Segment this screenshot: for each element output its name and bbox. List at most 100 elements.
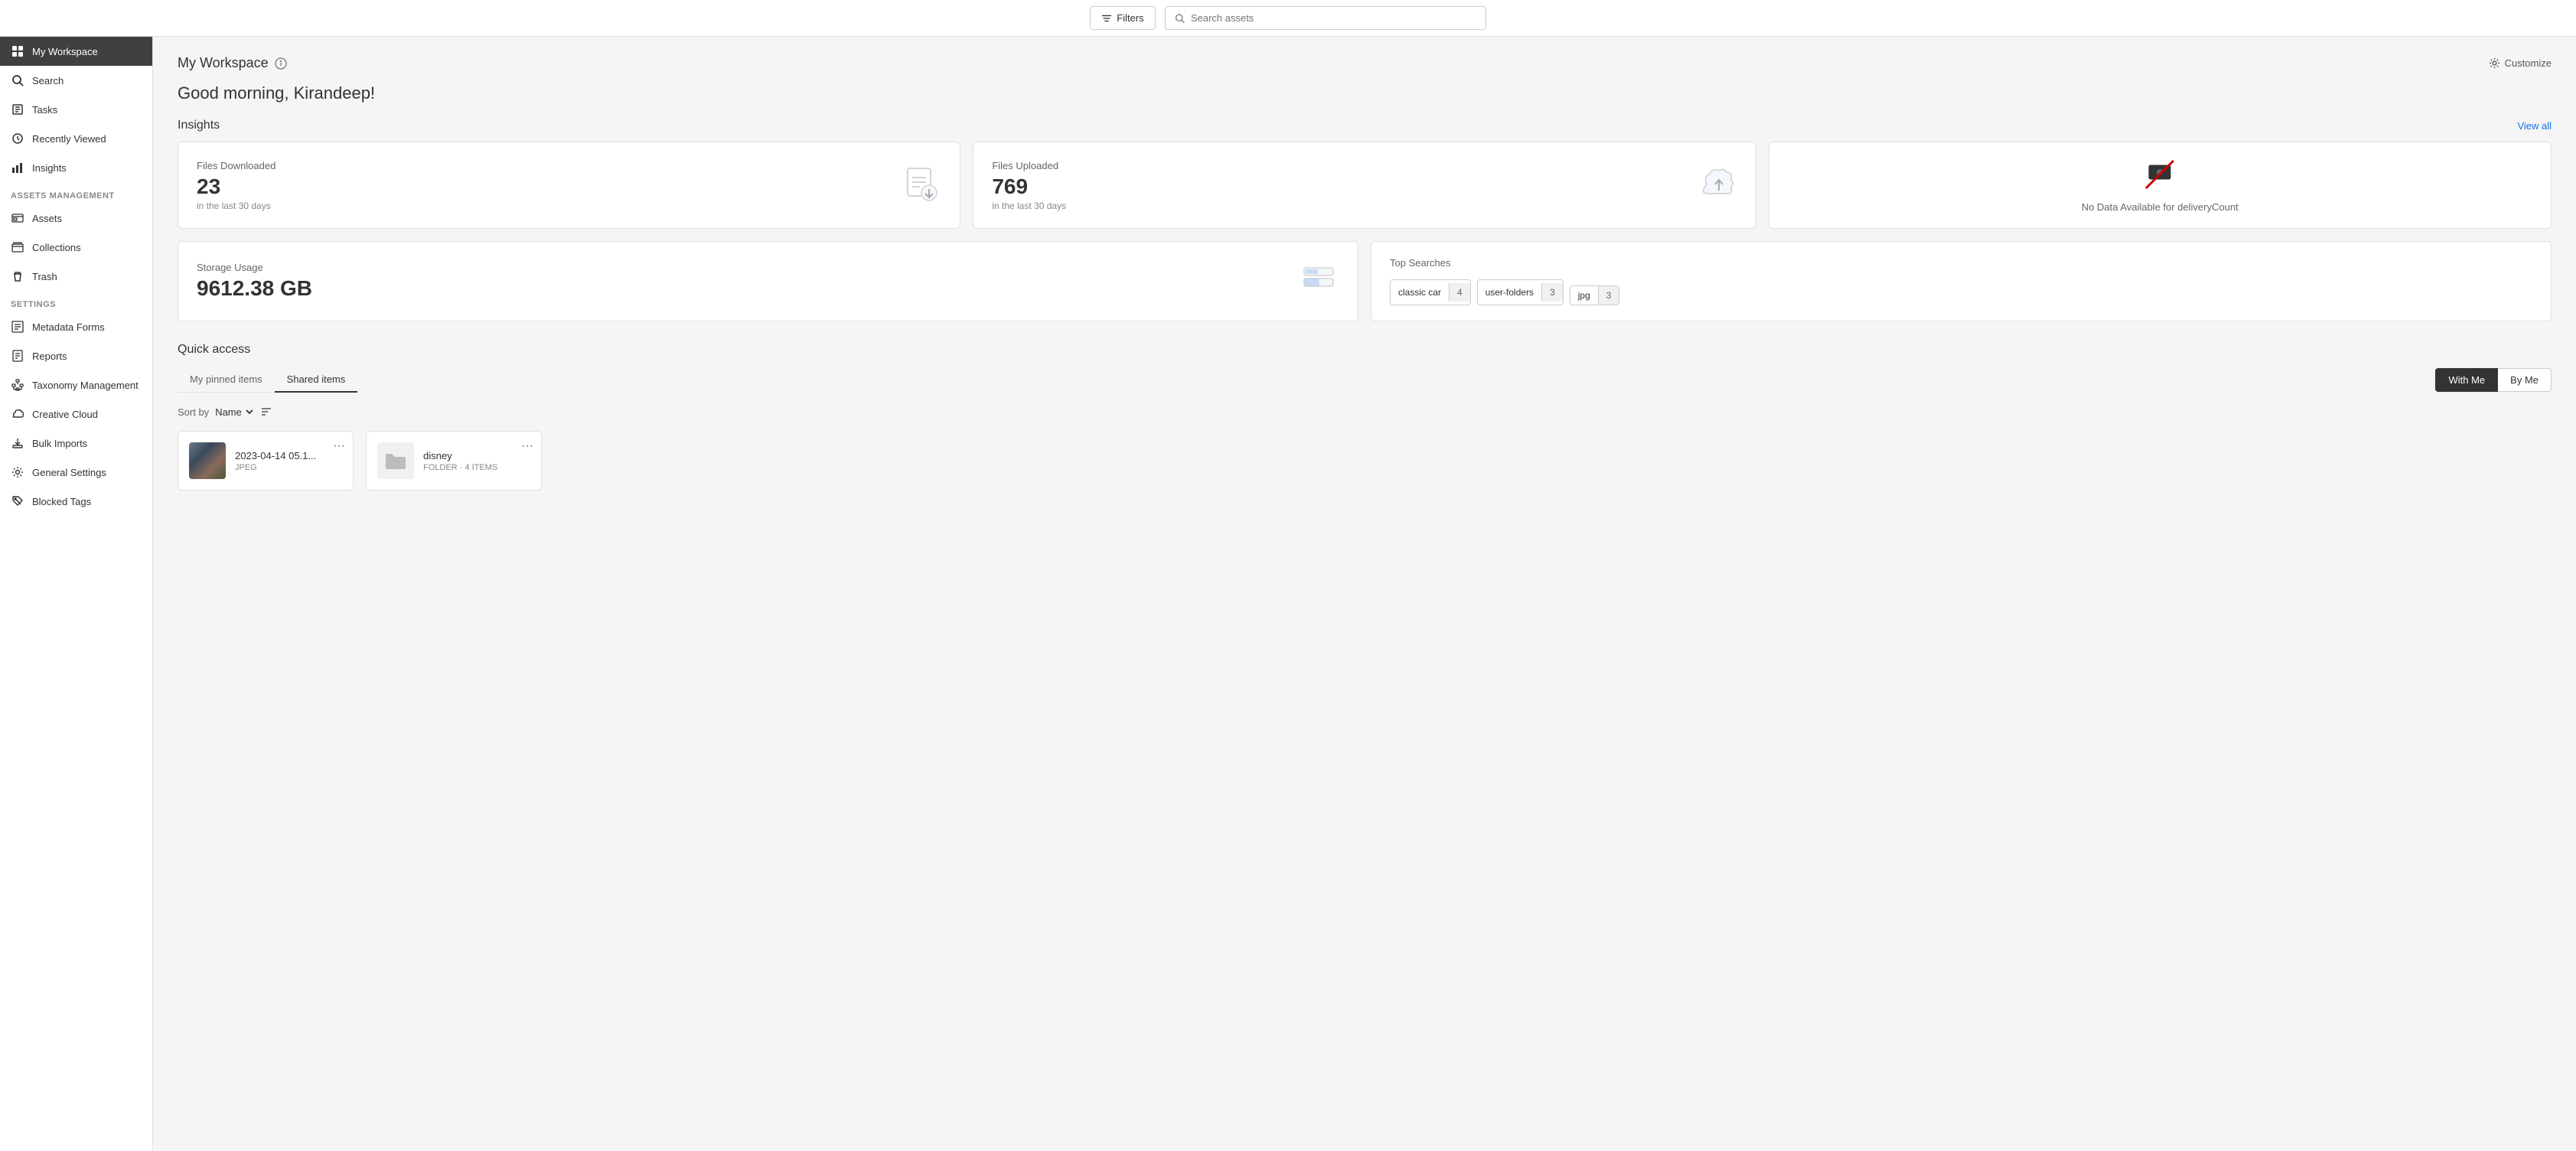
sidebar-item-bulk-imports[interactable]: Bulk Imports — [0, 429, 152, 458]
tab-my-pinned-label: My pinned items — [190, 373, 262, 385]
assets-icon — [11, 211, 24, 225]
tabs: My pinned items Shared items — [178, 367, 357, 393]
sidebar-item-reports[interactable]: Reports — [0, 341, 152, 370]
storage-icon — [1298, 259, 1339, 304]
sidebar-item-trash[interactable]: Trash — [0, 262, 152, 291]
search-tag-classic-car: classic car 4 — [1390, 279, 1471, 305]
assets-management-label: Assets Management — [0, 182, 152, 204]
sort-value: Name — [215, 406, 242, 418]
sidebar-item-search[interactable]: Search — [0, 66, 152, 95]
files-uploaded-info: Files Uploaded 769 in the last 30 days — [992, 160, 1066, 211]
sidebar-item-my-workspace[interactable]: My Workspace — [0, 37, 152, 66]
tab-my-pinned[interactable]: My pinned items — [178, 367, 275, 393]
by-me-button[interactable]: By Me — [2498, 368, 2552, 392]
file-thumb-jpeg — [189, 442, 226, 479]
general-settings-icon — [11, 465, 24, 479]
search-input[interactable] — [1191, 12, 1476, 24]
sidebar-label-assets: Assets — [32, 213, 62, 224]
sidebar-item-metadata-forms[interactable]: Metadata Forms — [0, 312, 152, 341]
sidebar-item-blocked-tags[interactable]: Blocked Tags — [0, 487, 152, 516]
file-name-disney: disney — [423, 450, 530, 461]
file-card-disney[interactable]: disney FOLDER · 4 ITEMS ··· — [366, 431, 542, 491]
main-layout: My Workspace Search Tasks — [0, 37, 2576, 1151]
clock-icon — [11, 132, 24, 145]
tag-count-user-folders: 3 — [1541, 283, 1563, 302]
files-downloaded-info: Files Downloaded 23 in the last 30 days — [197, 160, 276, 211]
search-tag-user-folders: user-folders 3 — [1477, 279, 1564, 305]
main-content: My Workspace Customize Good morning, Kir… — [153, 37, 2576, 1151]
sidebar-item-insights[interactable]: Insights — [0, 153, 152, 182]
tag-count-classic-car: 4 — [1449, 283, 1470, 302]
file-thumb-disney — [377, 442, 414, 479]
insight-card-files-uploaded: Files Uploaded 769 in the last 30 days — [973, 142, 1756, 229]
reports-icon — [11, 349, 24, 363]
tag-name-user-folders: user-folders — [1478, 283, 1541, 302]
file-info-jpeg: 2023-04-14 05.1... JPEG — [235, 450, 342, 472]
file-name-jpeg: 2023-04-14 05.1... — [235, 450, 342, 461]
sort-order-icon[interactable] — [260, 405, 274, 419]
sidebar-label-recently-viewed: Recently Viewed — [32, 133, 106, 145]
insight-card-files-downloaded: Files Downloaded 23 in the last 30 days — [178, 142, 960, 229]
page-title: My Workspace — [178, 55, 287, 71]
storage-info: Storage Usage 9612.38 GB — [197, 262, 312, 301]
file-more-disney[interactable]: ··· — [521, 439, 533, 453]
sidebar-item-taxonomy-management[interactable]: Taxonomy Management — [0, 370, 152, 399]
files-uploaded-sublabel: in the last 30 days — [992, 201, 1066, 211]
sidebar-label-blocked-tags: Blocked Tags — [32, 496, 91, 507]
greeting: Good morning, Kirandeep! — [178, 83, 2552, 103]
info-icon — [275, 57, 287, 70]
customize-button[interactable]: Customize — [2489, 57, 2552, 69]
sort-by-label: Sort by — [178, 406, 209, 418]
sidebar-item-general-settings[interactable]: General Settings — [0, 458, 152, 487]
tag-name-jpg: jpg — [1570, 286, 1598, 305]
filters-button[interactable]: Filters — [1090, 6, 1155, 30]
blocked-tags-icon — [11, 494, 24, 508]
view-all-link[interactable]: View all — [2517, 120, 2552, 132]
file-info-disney: disney FOLDER · 4 ITEMS — [423, 450, 530, 472]
tag-count-jpg: 3 — [1598, 286, 1619, 305]
sidebar-label-metadata-forms: Metadata Forms — [32, 321, 105, 333]
storage-label: Storage Usage — [197, 262, 312, 273]
search-bar[interactable] — [1165, 6, 1486, 30]
sidebar-label-general-settings: General Settings — [32, 467, 106, 478]
sidebar-item-collections[interactable]: Collections — [0, 233, 152, 262]
top-bar: Filters — [0, 0, 2576, 37]
top-searches-label: Top Searches — [1390, 257, 2532, 269]
sidebar-item-creative-cloud[interactable]: Creative Cloud — [0, 399, 152, 429]
quick-access-title: Quick access — [178, 343, 2552, 357]
sidebar-item-assets[interactable]: Assets — [0, 204, 152, 233]
taxonomy-icon — [11, 378, 24, 392]
file-more-jpeg[interactable]: ··· — [333, 439, 345, 453]
sidebar-label-insights: Insights — [32, 162, 67, 174]
sidebar-label-tasks: Tasks — [32, 104, 57, 116]
sidebar-label-reports: Reports — [32, 351, 67, 362]
metadata-icon — [11, 320, 24, 334]
sidebar-label-my-workspace: My Workspace — [32, 46, 98, 57]
sort-select[interactable]: Name — [215, 406, 254, 418]
tab-shared[interactable]: Shared items — [275, 367, 358, 393]
file-meta-jpeg: JPEG — [235, 463, 342, 472]
page-header: My Workspace Customize — [178, 55, 2552, 71]
tabs-row: My pinned items Shared items With Me By … — [178, 367, 2552, 393]
insight-card-delivery-count: No Data Available for deliveryCount — [1769, 142, 2552, 229]
trash-icon — [11, 269, 24, 283]
collections-icon — [11, 240, 24, 254]
tasks-icon — [11, 103, 24, 116]
download-icon — [902, 164, 941, 207]
settings-label: Settings — [0, 291, 152, 312]
sidebar-label-trash: Trash — [32, 271, 57, 282]
grid-icon — [11, 44, 24, 58]
files-downloaded-sublabel: in the last 30 days — [197, 201, 276, 211]
sidebar-item-tasks[interactable]: Tasks — [0, 95, 152, 124]
file-card-jpeg[interactable]: 2023-04-14 05.1... JPEG ··· — [178, 431, 354, 491]
sidebar-item-recently-viewed[interactable]: Recently Viewed — [0, 124, 152, 153]
files-uploaded-label: Files Uploaded — [992, 160, 1066, 171]
sidebar-label-creative-cloud: Creative Cloud — [32, 409, 98, 420]
with-me-button[interactable]: With Me — [2435, 368, 2498, 392]
chevron-down-icon — [245, 407, 254, 416]
tab-shared-label: Shared items — [287, 373, 346, 385]
upload-icon — [1696, 163, 1737, 208]
customize-label: Customize — [2505, 57, 2552, 69]
files-uploaded-value: 769 — [992, 174, 1066, 199]
bulk-imports-icon — [11, 436, 24, 450]
